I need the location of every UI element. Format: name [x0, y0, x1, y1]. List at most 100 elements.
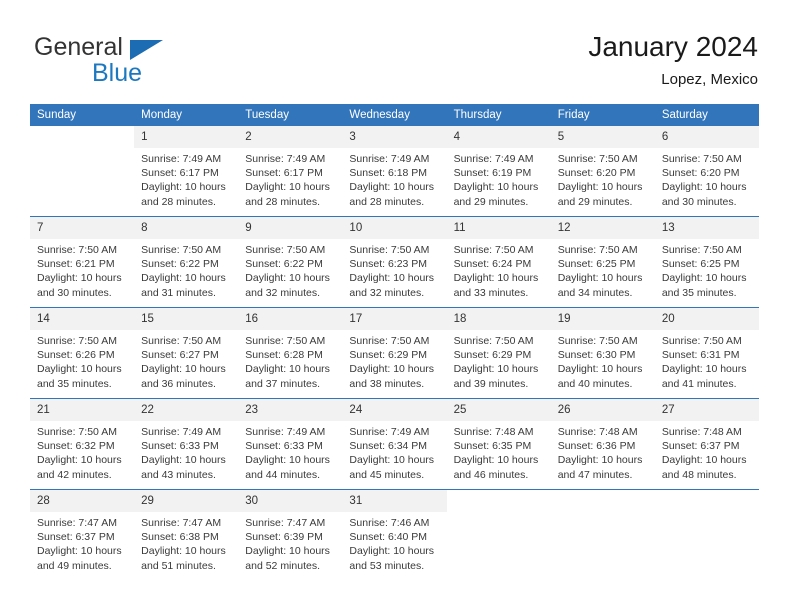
day-details: Sunrise: 7:50 AM Sunset: 6:29 PM Daylight:…: [342, 330, 446, 391]
calendar-table: Sunday Monday Tuesday Wednesday Thursday…: [30, 104, 759, 580]
daylight-duration-line2: and 47 minutes.: [557, 468, 633, 481]
daylight-duration-line2: and 48 minutes.: [661, 468, 737, 481]
day-details: Sunrise: 7:49 AM Sunset: 6:17 PM Daylight:…: [238, 148, 342, 209]
sunset-time: Sunset: 6:29 PM: [349, 349, 428, 362]
calendar-day-cell[interactable]: 11 Sunrise: 7:50 AM Sunset: 6:24 PM Dayligh…: [446, 216, 551, 308]
sunrise-time: Sunrise: 7:50 AM: [453, 335, 534, 347]
daylight-duration-line1: Daylight: 10 hours: [141, 545, 226, 558]
sunrise-time: Sunrise: 7:49 AM: [141, 426, 222, 438]
calendar-day-cell[interactable]: 24 Sunrise: 7:49 AM Sunset: 6:34 PM Dayligh…: [342, 398, 447, 490]
day-details: Sunrise: 7:50 AM Sunset: 6:28 PM Daylight:…: [238, 330, 342, 391]
sunset-time: Sunset: 6:17 PM: [141, 167, 219, 180]
calendar-body: 1 Sunrise: 7:49 AM Sunset: 6:17 PM Daylight…: [30, 126, 759, 580]
calendar-day-cell[interactable]: 28 Sunrise: 7:47 AM Sunset: 6:37 PM Dayligh…: [30, 489, 135, 580]
sunset-time: Sunset: 6:20 PM: [557, 167, 636, 180]
sunrise-time: Sunrise: 7:50 AM: [661, 153, 742, 165]
day-number: [654, 490, 759, 512]
calendar-day-cell[interactable]: 9 Sunrise: 7:50 AM Sunset: 6:22 PM Daylight…: [238, 216, 343, 308]
calendar-day-cell[interactable]: 22 Sunrise: 7:49 AM Sunset: 6:33 PM Dayligh…: [134, 398, 239, 490]
logo-text-general: General: [34, 33, 123, 61]
day-details: Sunrise: 7:47 AM Sunset: 6:39 PM Daylight:…: [238, 512, 342, 573]
weekday-header-friday: Friday: [550, 104, 655, 126]
calendar-day-cell[interactable]: 27 Sunrise: 7:48 AM Sunset: 6:37 PM Dayligh…: [654, 398, 759, 490]
calendar-day-cell[interactable]: 12 Sunrise: 7:50 AM Sunset: 6:25 PM Dayligh…: [550, 216, 655, 308]
daylight-duration-line1: Daylight: 10 hours: [453, 272, 539, 285]
calendar-day-cell[interactable]: 14 Sunrise: 7:50 AM Sunset: 6:26 PM Dayligh…: [30, 307, 135, 399]
day-number: 14: [30, 308, 135, 330]
day-number: 23: [238, 399, 343, 421]
day-number: 25: [446, 399, 551, 421]
calendar-day-cell[interactable]: 25 Sunrise: 7:48 AM Sunset: 6:35 PM Dayligh…: [446, 398, 551, 490]
calendar-day-cell[interactable]: 21 Sunrise: 7:50 AM Sunset: 6:32 PM Dayligh…: [30, 398, 135, 490]
calendar-day-cell[interactable]: 4 Sunrise: 7:49 AM Sunset: 6:19 PM Daylight…: [446, 126, 551, 217]
day-details: Sunrise: 7:46 AM Sunset: 6:40 PM Daylight:…: [342, 512, 446, 573]
calendar-day-cell[interactable]: 8 Sunrise: 7:50 AM Sunset: 6:22 PM Daylight…: [134, 216, 239, 308]
daylight-duration-line1: Daylight: 10 hours: [245, 363, 330, 376]
day-details: Sunrise: 7:50 AM Sunset: 6:31 PM Daylight:…: [655, 330, 759, 391]
sunrise-time: Sunrise: 7:50 AM: [661, 335, 742, 347]
sunrise-time: Sunrise: 7:50 AM: [37, 426, 117, 438]
sunrise-time: Sunrise: 7:49 AM: [349, 153, 430, 165]
calendar-day-cell[interactable]: 30 Sunrise: 7:47 AM Sunset: 6:39 PM Dayligh…: [238, 489, 343, 580]
day-details: Sunrise: 7:50 AM Sunset: 6:20 PM Daylight:…: [551, 148, 655, 209]
calendar-day-cell[interactable]: 29 Sunrise: 7:47 AM Sunset: 6:38 PM Dayligh…: [134, 489, 239, 580]
daylight-duration-line2: and 44 minutes.: [245, 468, 320, 481]
day-details: Sunrise: 7:50 AM Sunset: 6:22 PM Daylight:…: [238, 239, 342, 300]
sunset-time: Sunset: 6:25 PM: [661, 258, 740, 271]
day-details: Sunrise: 7:50 AM Sunset: 6:30 PM Daylight:…: [551, 330, 655, 391]
calendar-day-cell[interactable]: 19 Sunrise: 7:50 AM Sunset: 6:30 PM Dayligh…: [550, 307, 655, 399]
day-number: 16: [238, 308, 343, 330]
general-blue-logo[interactable]: General Blue: [34, 33, 274, 91]
daylight-duration-line1: Daylight: 10 hours: [557, 272, 643, 285]
day-number: 21: [30, 399, 135, 421]
daylight-duration-line1: Daylight: 10 hours: [349, 545, 435, 558]
daylight-duration-line2: and 43 minutes.: [141, 468, 216, 481]
calendar-day-cell[interactable]: 1 Sunrise: 7:49 AM Sunset: 6:17 PM Daylight…: [134, 126, 239, 217]
day-details: Sunrise: 7:50 AM Sunset: 6:25 PM Daylight:…: [655, 239, 759, 300]
day-details: Sunrise: 7:50 AM Sunset: 6:29 PM Daylight:…: [447, 330, 551, 391]
day-number: 15: [134, 308, 239, 330]
day-number: 22: [134, 399, 239, 421]
sunrise-time: Sunrise: 7:46 AM: [349, 517, 430, 529]
daylight-duration-line2: and 28 minutes.: [349, 195, 425, 208]
sunset-time: Sunset: 6:28 PM: [245, 349, 323, 362]
page-title: January 2024: [588, 31, 758, 62]
weekday-header-monday: Monday: [134, 104, 239, 126]
calendar-day-cell[interactable]: 2 Sunrise: 7:49 AM Sunset: 6:17 PM Daylight…: [238, 126, 343, 217]
calendar-day-cell[interactable]: 26 Sunrise: 7:48 AM Sunset: 6:36 PM Dayligh…: [550, 398, 655, 490]
calendar-day-cell[interactable]: 10 Sunrise: 7:50 AM Sunset: 6:23 PM Dayligh…: [342, 216, 447, 308]
calendar-day-cell[interactable]: 7 Sunrise: 7:50 AM Sunset: 6:21 PM Daylight…: [30, 216, 135, 308]
calendar-day-cell[interactable]: 13 Sunrise: 7:50 AM Sunset: 6:25 PM Dayligh…: [654, 216, 759, 308]
daylight-duration-line1: Daylight: 10 hours: [557, 363, 643, 376]
daylight-duration-line2: and 51 minutes.: [141, 559, 216, 572]
calendar-week-row: 14 Sunrise: 7:50 AM Sunset: 6:26 PM Dayligh…: [30, 307, 759, 399]
day-number: 29: [134, 490, 239, 512]
calendar-day-cell[interactable]: 23 Sunrise: 7:49 AM Sunset: 6:33 PM Dayligh…: [238, 398, 343, 490]
calendar-day-cell[interactable]: 5 Sunrise: 7:50 AM Sunset: 6:20 PM Daylight…: [550, 126, 655, 217]
sunrise-time: Sunrise: 7:48 AM: [661, 426, 742, 438]
sunset-time: Sunset: 6:21 PM: [37, 258, 115, 271]
day-details: Sunrise: 7:50 AM Sunset: 6:24 PM Daylight:…: [447, 239, 551, 300]
calendar-day-cell[interactable]: 17 Sunrise: 7:50 AM Sunset: 6:29 PM Dayligh…: [342, 307, 447, 399]
sunrise-time: Sunrise: 7:50 AM: [661, 244, 742, 256]
calendar-day-cell[interactable]: 18 Sunrise: 7:50 AM Sunset: 6:29 PM Dayligh…: [446, 307, 551, 399]
calendar-day-cell-empty: [654, 489, 759, 580]
day-number: 20: [654, 308, 759, 330]
sunset-time: Sunset: 6:30 PM: [557, 349, 636, 362]
day-details: Sunrise: 7:50 AM Sunset: 6:27 PM Daylight:…: [134, 330, 238, 391]
daylight-duration-line2: and 53 minutes.: [349, 559, 425, 572]
calendar-day-cell[interactable]: 16 Sunrise: 7:50 AM Sunset: 6:28 PM Dayligh…: [238, 307, 343, 399]
day-number: 2: [238, 126, 343, 148]
calendar-day-cell[interactable]: 15 Sunrise: 7:50 AM Sunset: 6:27 PM Dayligh…: [134, 307, 239, 399]
day-details: Sunrise: 7:47 AM Sunset: 6:38 PM Daylight:…: [134, 512, 238, 573]
day-details: Sunrise: 7:50 AM Sunset: 6:21 PM Daylight:…: [30, 239, 134, 300]
calendar-day-cell[interactable]: 20 Sunrise: 7:50 AM Sunset: 6:31 PM Dayligh…: [654, 307, 759, 399]
calendar-day-cell[interactable]: 3 Sunrise: 7:49 AM Sunset: 6:18 PM Daylight…: [342, 126, 447, 217]
day-number: [30, 126, 135, 148]
daylight-duration-line2: and 32 minutes.: [349, 286, 425, 299]
sunrise-time: Sunrise: 7:50 AM: [453, 244, 534, 256]
sunset-time: Sunset: 6:24 PM: [453, 258, 532, 271]
calendar-day-cell[interactable]: 31 Sunrise: 7:46 AM Sunset: 6:40 PM Dayligh…: [342, 489, 447, 580]
calendar-day-cell[interactable]: 6 Sunrise: 7:50 AM Sunset: 6:20 PM Daylight…: [654, 126, 759, 217]
day-number: 7: [30, 217, 135, 239]
